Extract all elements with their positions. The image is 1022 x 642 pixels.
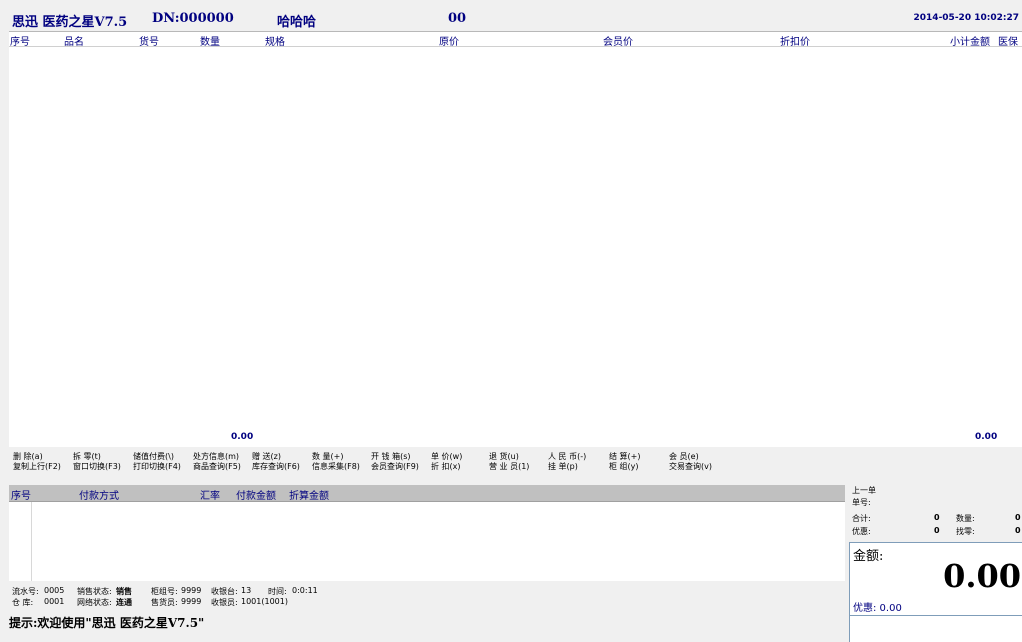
pay-col-converted: 折算金额	[289, 491, 329, 502]
shortcut-product-query[interactable]: 商品查询(F5)	[193, 461, 241, 472]
total-amount: 0.00	[975, 432, 998, 442]
col-index: 序号	[10, 37, 30, 48]
product-table-header: 序号 品名 货号 数量 规格 原价 会员价 折扣价 小计金额 医保	[9, 32, 1022, 48]
col-quantity: 数量	[200, 37, 220, 48]
seller-value: 9999	[181, 597, 202, 606]
payment-table-header: 序号 付款方式 汇率 付款金额 折算金额	[9, 485, 845, 502]
code-label: 00	[448, 11, 467, 26]
change-value: 0	[1015, 526, 1021, 535]
previous-order-panel: 上一单 单号: 合计: 0 数量: 0 优惠: 0 找零: 0	[850, 485, 1022, 541]
pay-col-amount: 付款金额	[236, 491, 276, 502]
pay-col-index: 序号	[11, 491, 31, 502]
warehouse-label: 仓 库:	[12, 598, 34, 607]
pay-col-method: 付款方式	[79, 491, 119, 502]
serial-value: 0005	[44, 586, 65, 595]
product-table[interactable]: 序号 品名 货号 数量 规格 原价 会员价 折扣价 小计金额 医保	[9, 31, 1022, 430]
total-label: 合计:	[852, 514, 871, 523]
register-label: 收银台:	[211, 587, 238, 596]
shortcut-hold-order[interactable]: 挂 单(p)	[548, 461, 578, 472]
col-orig-price: 原价	[439, 37, 459, 48]
shortcut-info-collect[interactable]: 信息采集(F8)	[312, 461, 360, 472]
col-spec: 规格	[265, 37, 285, 48]
shortcut-discount[interactable]: 折 扣(x)	[431, 461, 461, 472]
counter-value: 9999	[181, 586, 202, 595]
shortcut-counter[interactable]: 柜 组(y)	[609, 461, 639, 472]
qty-label: 数量:	[956, 514, 975, 523]
change-label: 找零:	[956, 527, 975, 536]
col-discount-price: 折扣价	[780, 37, 810, 48]
amount-discount: 优惠: 0.00	[853, 603, 902, 614]
time-value: 0:0:11	[292, 586, 318, 595]
qty-value: 0	[1015, 513, 1021, 522]
pay-col-rate: 汇率	[200, 491, 220, 502]
title-bar: 思迅 医药之星V7.5 DN:000000 哈哈哈 00 2014-05-20 …	[9, 8, 1022, 30]
dn-label: DN:000000	[152, 11, 234, 26]
total-quantity: 0.00	[231, 432, 254, 442]
warehouse-value: 0001	[44, 597, 65, 606]
net-state-label: 网络状态:	[77, 598, 112, 607]
discount-label: 优惠:	[852, 527, 871, 536]
col-name: 品名	[64, 37, 84, 48]
shortcut-member-query[interactable]: 会员查询(F9)	[371, 461, 419, 472]
amount-display: 金额: 0.00 优惠: 0.00	[849, 542, 1022, 615]
seller-label: 售货员:	[151, 598, 178, 607]
col-subtotal: 小计金额	[950, 37, 990, 48]
col-member-price: 会员价	[603, 37, 633, 48]
previous-order-title: 上一单	[852, 486, 876, 495]
totals-row: 0.00 0.00	[9, 429, 1022, 447]
shortcut-switch-print[interactable]: 打印切换(F4)	[133, 461, 181, 472]
col-item-no: 货号	[139, 37, 159, 48]
register-value: 13	[241, 586, 252, 595]
shortcut-key-panel: 删 除(a) 拆 零(t) 储值付费(\) 处方信息(m) 赠 送(z) 数 量…	[13, 451, 1013, 481]
order-no-label: 单号:	[852, 498, 871, 507]
shortcut-trade-query[interactable]: 交易查询(v)	[669, 461, 712, 472]
time-label: 时间:	[268, 587, 287, 596]
total-value: 0	[934, 513, 940, 522]
shortcut-stock-query[interactable]: 库存查询(F6)	[252, 461, 300, 472]
payment-table[interactable]: 序号 付款方式 汇率 付款金额 折算金额	[9, 485, 845, 581]
shortcut-switch-window[interactable]: 窗口切换(F3)	[73, 461, 121, 472]
status-panel: 流水号: 0005 销售状态: 销售 柜组号: 9999 收银台: 13 时间:…	[9, 585, 845, 615]
counter-label: 柜组号:	[151, 587, 178, 596]
column-divider	[31, 502, 32, 581]
col-insurance: 医保	[998, 37, 1018, 48]
datetime: 2014-05-20 10:02:27	[913, 13, 1019, 23]
serial-label: 流水号:	[12, 587, 39, 596]
cashier-label: 收银员:	[211, 598, 238, 607]
app-title: 思迅 医药之星V7.5	[12, 15, 128, 30]
user-name: 哈哈哈	[277, 15, 317, 30]
shortcut-salesperson[interactable]: 营 业 员(1)	[489, 461, 529, 472]
sale-state-value: 销售	[116, 587, 132, 596]
net-state-value: 连通	[116, 598, 132, 607]
amount-label: 金额:	[853, 549, 884, 564]
welcome-tip: 提示:欢迎使用"思迅 医药之星V7.5"	[9, 616, 205, 630]
cashier-value: 1001(1001)	[241, 597, 288, 606]
discount-value: 0	[934, 526, 940, 535]
sale-state-label: 销售状态:	[77, 587, 112, 596]
input-area[interactable]	[849, 615, 1022, 642]
amount-value: 0.00	[943, 557, 1021, 595]
shortcut-copy-row[interactable]: 复制上行(F2)	[13, 461, 61, 472]
